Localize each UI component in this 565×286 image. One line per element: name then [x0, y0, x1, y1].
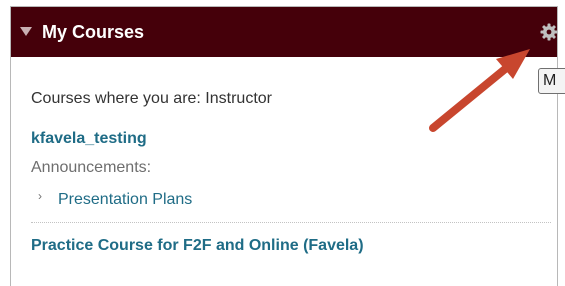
settings-tooltip: M: [538, 68, 565, 94]
screenshot-stage: My Courses Courses where you are: Instru…: [0, 0, 565, 286]
role-heading: Courses where you are: Instructor: [31, 90, 272, 107]
course-link-kfavela-testing[interactable]: kfavela_testing: [31, 130, 147, 148]
announcements-label: Announcements:: [31, 159, 152, 176]
collapse-triangle-icon[interactable]: [20, 27, 32, 36]
gear-icon[interactable]: [539, 22, 559, 42]
chevron-right-icon: ›: [38, 189, 42, 203]
course-divider: [31, 222, 551, 223]
my-courses-module: My Courses Courses where you are: Instru…: [10, 6, 558, 286]
module-body: Courses where you are: Instructor kfavel…: [11, 57, 557, 286]
announcement-link-presentation-plans[interactable]: Presentation Plans: [58, 191, 192, 209]
module-title: My Courses: [42, 22, 145, 42]
module-header: My Courses: [11, 7, 559, 57]
course-link-practice-course[interactable]: Practice Course for F2F and Online (Fave…: [31, 237, 364, 255]
